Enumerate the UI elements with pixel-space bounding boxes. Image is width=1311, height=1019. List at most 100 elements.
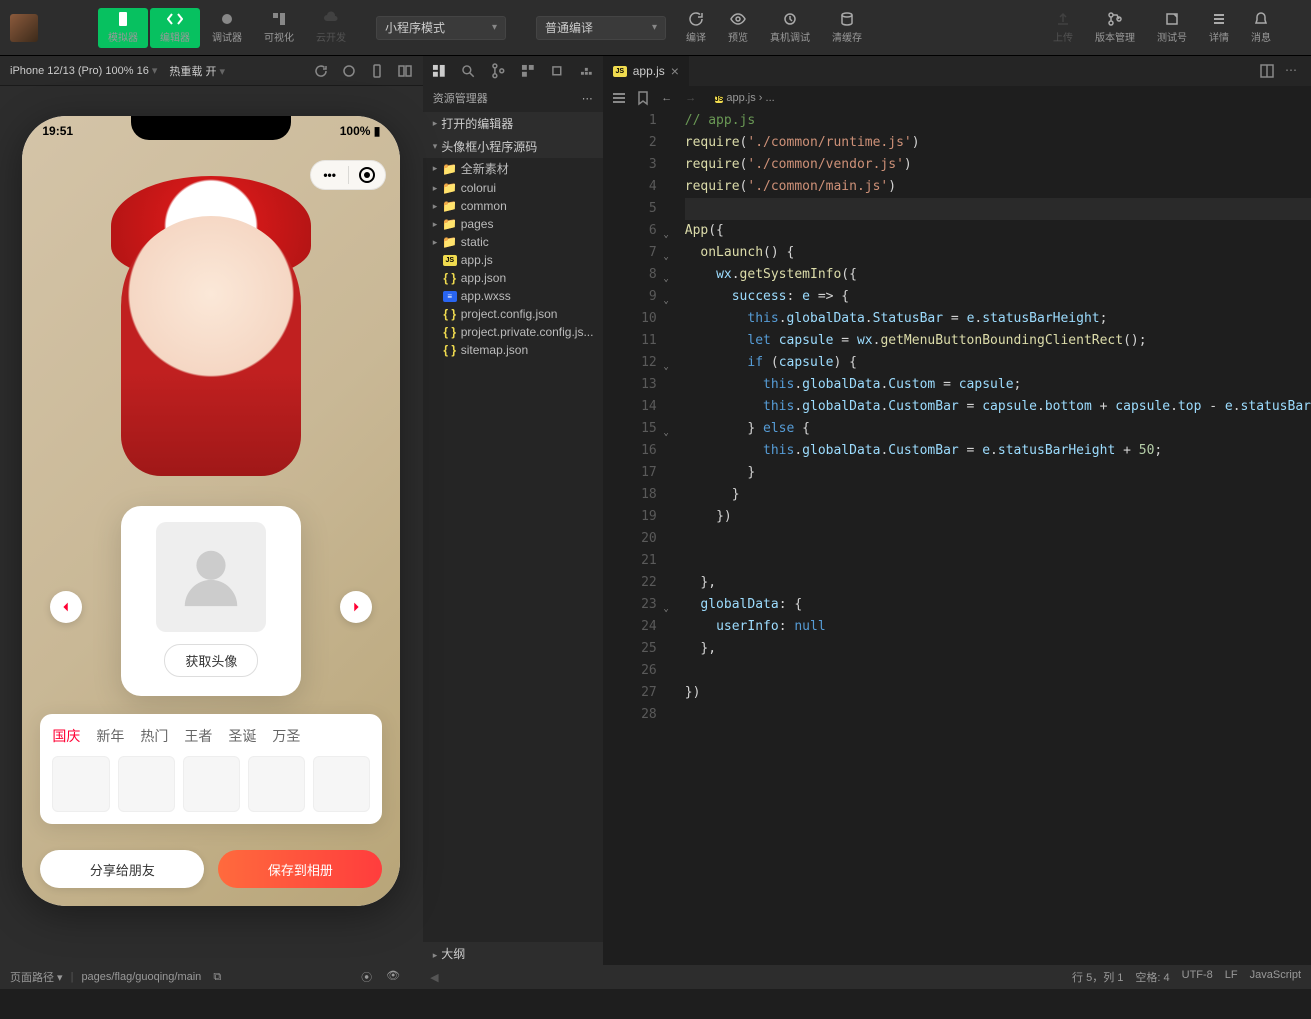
explorer-more-icon[interactable]: ⋯ [582, 92, 593, 105]
category-tabs: 国庆新年热门王者圣诞万圣 [52, 726, 370, 746]
tree-folder[interactable]: ▸📁static [423, 233, 603, 251]
breadcrumb-more[interactable]: ... [766, 92, 775, 104]
clear-cache-button[interactable]: 清缓存 [822, 8, 872, 48]
tree-file[interactable]: { }sitemap.json [423, 341, 603, 359]
fold-icon[interactable]: ⌄ [663, 246, 668, 268]
eol[interactable]: LF [1225, 969, 1238, 985]
git-tab-icon[interactable] [490, 63, 506, 79]
record-icon[interactable] [341, 63, 357, 79]
layout-icon[interactable] [397, 63, 413, 79]
frame-thumb[interactable] [248, 756, 305, 812]
details-button[interactable]: 详情 [1199, 8, 1239, 48]
fold-icon[interactable]: ⌄ [663, 268, 668, 290]
js-file-icon: JS [715, 96, 724, 103]
tree-file[interactable]: { }project.private.config.js... [423, 323, 603, 341]
phone-simulator: 19:51 100% ▮ ••• 获取头像 国庆新年热门王者圣诞万圣 [22, 116, 400, 906]
visualize-button[interactable]: 可视化 [254, 8, 304, 48]
tree-folder[interactable]: ▸📁colorui [423, 179, 603, 197]
page-path-value[interactable]: pages/flag/guoqing/main [81, 971, 201, 983]
preview-button[interactable]: 预览 [718, 8, 758, 48]
category-tab[interactable]: 新年 [96, 726, 124, 746]
frame-thumb[interactable] [118, 756, 175, 812]
test-account-button[interactable]: 测试号 [1147, 8, 1197, 48]
visibility-icon[interactable]: 👁 [386, 969, 400, 985]
bookmark-icon[interactable] [635, 90, 651, 106]
explorer-tab-icon[interactable] [431, 63, 447, 79]
version-button[interactable]: 版本管理 [1085, 8, 1145, 48]
real-device-button[interactable]: 真机调试 [760, 8, 820, 48]
indentation[interactable]: 空格: 4 [1135, 969, 1169, 985]
editor-button[interactable]: 编辑器 [150, 8, 200, 48]
status-bar: 页面路径 ▾ | pages/flag/guoqing/main ⧉ ⦿ 👁 ◀… [0, 965, 1311, 989]
mode-select[interactable]: 小程序模式 [376, 16, 506, 40]
tree-file[interactable]: JSapp.js [423, 251, 603, 269]
compile-select[interactable]: 普通编译 [536, 16, 666, 40]
extensions-tab-icon[interactable] [520, 63, 536, 79]
back-icon[interactable]: ← [659, 90, 675, 106]
tree-folder[interactable]: ▸📁common [423, 197, 603, 215]
hot-reload-select[interactable]: 热重载 开 [169, 63, 225, 79]
category-tab[interactable]: 万圣 [272, 726, 300, 746]
breadcrumb-menu-icon[interactable] [611, 90, 627, 106]
frame-thumb[interactable] [183, 756, 240, 812]
save-album-button[interactable]: 保存到相册 [218, 850, 382, 888]
docker-tab-icon[interactable] [579, 63, 595, 79]
simulator-subtoolbar: iPhone 12/13 (Pro) 100% 16 热重载 开 [0, 56, 423, 86]
fold-icon[interactable]: ⌄ [663, 598, 668, 620]
search-tab-icon[interactable] [460, 63, 476, 79]
tree-file[interactable]: { }project.config.json [423, 305, 603, 323]
phone-battery: 100% ▮ [340, 124, 381, 138]
category-tab[interactable]: 热门 [140, 726, 168, 746]
split-editor-icon[interactable] [1259, 63, 1275, 79]
debug-tab-icon[interactable] [549, 63, 565, 79]
upload-button[interactable]: 上传 [1043, 8, 1083, 48]
language-mode[interactable]: JavaScript [1250, 969, 1301, 985]
page-path-label[interactable]: 页面路径 ▾ [10, 969, 63, 985]
editor-pane: JS app.js × ⋯ ← → JS app.js › ... 123456… [603, 56, 1311, 965]
forward-icon[interactable]: → [683, 90, 699, 106]
device-icon[interactable] [369, 63, 385, 79]
cloud-dev-button[interactable]: 云开发 [306, 8, 356, 48]
capsule-close-icon[interactable] [349, 167, 386, 183]
message-button[interactable]: 消息 [1241, 8, 1281, 48]
code-editor[interactable]: 123456⌄7⌄8⌄9⌄101112⌄131415⌄1617181920212… [603, 110, 1311, 965]
user-avatar[interactable] [10, 14, 38, 42]
explorer-pane: 资源管理器 ⋯ 打开的编辑器 头像框小程序源码 ▸📁全新素材▸📁colorui▸… [423, 56, 603, 965]
inspect-icon[interactable]: ⦿ [361, 969, 372, 985]
frame-thumb[interactable] [52, 756, 109, 812]
category-tab[interactable]: 圣诞 [228, 726, 256, 746]
get-avatar-button[interactable]: 获取头像 [164, 644, 258, 677]
share-button[interactable]: 分享给朋友 [40, 850, 204, 888]
fold-icon[interactable]: ⌄ [663, 224, 668, 246]
category-tab[interactable]: 国庆 [52, 726, 80, 746]
character-illustration [32, 156, 390, 496]
copy-icon[interactable]: ⧉ [213, 971, 221, 984]
tree-file[interactable]: ≡app.wxss [423, 287, 603, 305]
project-root-section[interactable]: 头像框小程序源码 [423, 135, 603, 158]
debugger-button[interactable]: 调试器 [202, 8, 252, 48]
outline-section[interactable]: 大纲 [423, 942, 603, 965]
frame-thumbnails [52, 756, 370, 812]
category-tab[interactable]: 王者 [184, 726, 212, 746]
simulator-button[interactable]: 模拟器 [98, 8, 148, 48]
capsule-button[interactable]: ••• [310, 160, 386, 190]
tree-folder[interactable]: ▸📁pages [423, 215, 603, 233]
frame-thumb[interactable] [313, 756, 370, 812]
open-editors-section[interactable]: 打开的编辑器 [423, 112, 603, 135]
device-select[interactable]: iPhone 12/13 (Pro) 100% 16 [10, 64, 157, 77]
encoding[interactable]: UTF-8 [1182, 969, 1213, 985]
fold-icon[interactable]: ⌄ [663, 356, 668, 378]
tree-folder[interactable]: ▸📁全新素材 [423, 158, 603, 179]
editor-tab-appjs[interactable]: JS app.js × [603, 56, 689, 86]
capsule-menu-icon[interactable]: ••• [311, 168, 348, 182]
refresh-icon[interactable] [313, 63, 329, 79]
compile-button[interactable]: 编译 [676, 8, 716, 48]
tree-file[interactable]: { }app.json [423, 269, 603, 287]
editor-more-icon[interactable]: ⋯ [1285, 63, 1301, 79]
cursor-position[interactable]: 行 5，列 1 [1072, 969, 1123, 985]
editor-tabs: JS app.js × ⋯ [603, 56, 1311, 86]
fold-icon[interactable]: ⌄ [663, 422, 668, 444]
close-tab-icon[interactable]: × [671, 63, 679, 79]
breadcrumb-file[interactable]: app.js [726, 92, 755, 104]
fold-icon[interactable]: ⌄ [663, 290, 668, 312]
